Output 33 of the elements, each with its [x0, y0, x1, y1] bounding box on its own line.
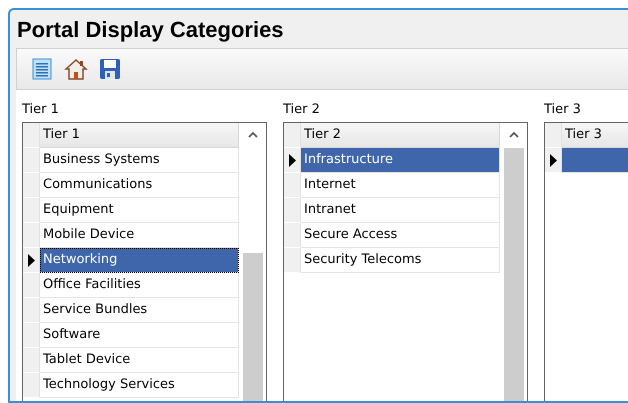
toolbar-button[interactable] [63, 56, 89, 82]
row-header[interactable] [23, 248, 40, 273]
table-cell[interactable]: Internet [301, 173, 500, 198]
table-cell[interactable]: Mobile Device [40, 223, 239, 248]
grid-label: Tier 3 [544, 102, 581, 119]
save-icon [99, 58, 121, 80]
column-header[interactable]: Tier 2 [301, 123, 500, 148]
table-cell[interactable]: Intranet [301, 198, 500, 223]
grid-label: Tier 2 [283, 102, 320, 119]
row-header [545, 123, 562, 148]
row-header[interactable] [284, 148, 301, 173]
home-icon [64, 58, 88, 80]
table-cell[interactable]: Secure Access [301, 223, 500, 248]
row-header [284, 123, 301, 148]
row-header [23, 123, 40, 148]
table-cell[interactable]: Networking [40, 248, 239, 273]
window-title: Portal Display Categories [16, 16, 284, 44]
table-cell[interactable]: Infrastructure [301, 148, 500, 173]
grid-label: Tier 1 [22, 102, 59, 119]
table-cell[interactable]: Tablet Device [40, 348, 239, 373]
table-cell[interactable]: Software [40, 323, 239, 348]
toolbar-button[interactable] [97, 56, 123, 82]
column-header[interactable]: Tier 3 [562, 123, 628, 148]
table-cell[interactable]: Office Facilities [40, 273, 239, 298]
table-cell[interactable]: Equipment [40, 198, 239, 223]
table-cell[interactable]: Service Bundles [40, 298, 239, 323]
row-header[interactable] [545, 148, 562, 173]
table-cell[interactable]: Communications [40, 173, 239, 198]
table-cell[interactable]: Business Systems [40, 148, 239, 173]
table-cell[interactable]: Security Telecoms [301, 248, 500, 273]
table-cell[interactable]: Technology Services [40, 373, 239, 398]
column-header[interactable]: Tier 1 [40, 123, 239, 148]
list-icon [32, 58, 52, 80]
